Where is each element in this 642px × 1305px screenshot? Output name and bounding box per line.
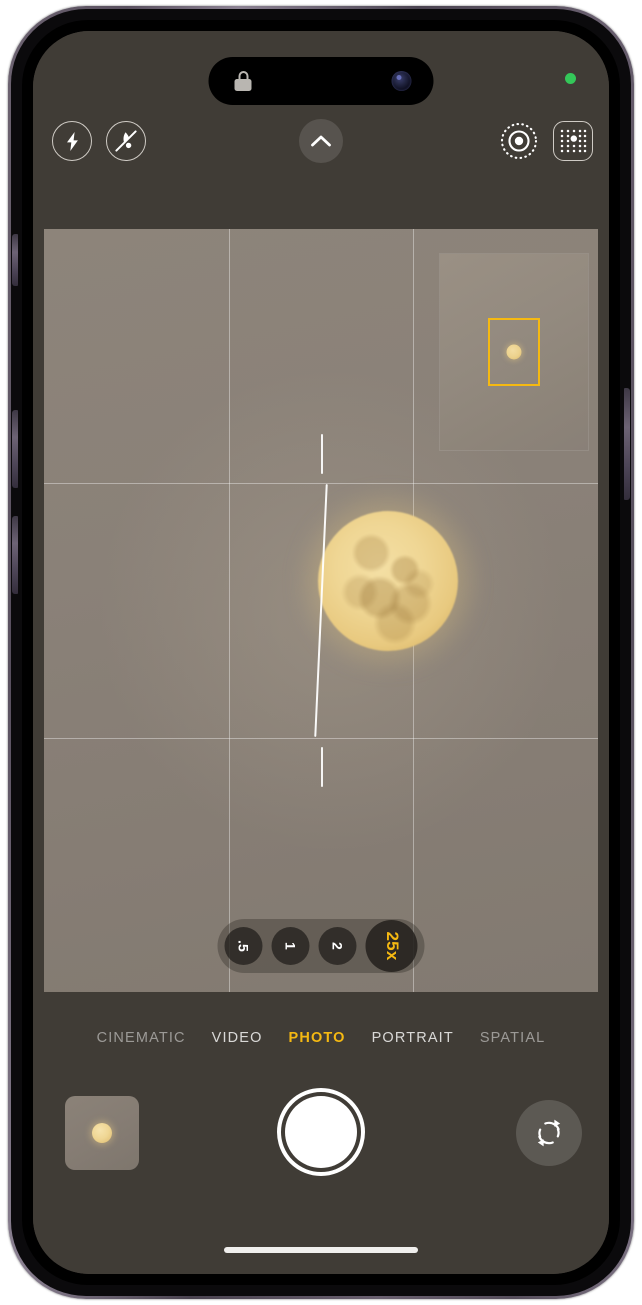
live-photo-icon [500, 122, 538, 160]
mode-spatial[interactable]: SPATIAL [467, 1030, 559, 1046]
flash-icon [66, 131, 78, 151]
zoom-option-label: 1 [282, 942, 299, 950]
volume-up-button[interactable] [12, 410, 18, 488]
mode-photo[interactable]: PHOTO [276, 1030, 359, 1046]
power-button[interactable] [624, 388, 630, 500]
zoom-option-2[interactable]: 2 [318, 927, 357, 965]
grid-line-horizontal-1 [44, 483, 598, 485]
lock-icon [234, 71, 252, 91]
privacy-indicator-dot [565, 73, 576, 84]
grid-line-horizontal-2 [44, 737, 598, 739]
shutter-button[interactable] [277, 1088, 365, 1176]
level-indicator-bottom-stub [320, 747, 323, 787]
home-indicator[interactable] [224, 1247, 418, 1253]
chevron-up-icon [311, 135, 331, 147]
zoom-option-25x[interactable]: 25x [365, 920, 418, 972]
zoom-option-1[interactable]: 1 [271, 927, 310, 965]
level-indicator-top-stub [320, 434, 323, 474]
flash-toggle-button[interactable] [52, 121, 92, 161]
grid-line-vertical-1 [228, 229, 230, 992]
capture-mode-selector: CINEMATIC VIDEO PHOTO PORTRAIT SPATIAL [33, 1030, 609, 1046]
night-mode-off-icon [115, 130, 137, 152]
bottom-chrome-bar: CINEMATIC VIDEO PHOTO PORTRAIT SPATIAL [33, 992, 609, 1274]
zoom-control-bar: .5 1 2 25x [217, 919, 425, 973]
zoom-preview-inset [440, 254, 588, 450]
camera-flip-icon [537, 1119, 561, 1147]
shutter-button-inner [285, 1096, 357, 1168]
zoom-option-label: 25x [382, 931, 402, 961]
phone-screen: .5 1 2 25x CINEMATIC VIDEO PHOTO PORTRAI… [33, 31, 609, 1274]
photographic-styles-button[interactable] [553, 121, 593, 161]
camera-flip-button[interactable] [516, 1100, 582, 1166]
night-mode-toggle-button[interactable] [106, 121, 146, 161]
moon-subject [318, 511, 458, 651]
zoom-preview-crop-box [488, 318, 540, 386]
top-chrome-bar [33, 31, 609, 229]
zoom-option-0.5[interactable]: .5 [224, 927, 263, 965]
volume-down-button[interactable] [12, 516, 18, 594]
photographic-styles-icon [560, 129, 587, 153]
thumbnail-moon [92, 1123, 112, 1143]
live-photo-toggle-button[interactable] [499, 121, 539, 161]
mode-cinematic[interactable]: CINEMATIC [84, 1030, 199, 1046]
action-button[interactable] [12, 234, 18, 286]
top-controls-row [33, 113, 609, 169]
capture-action-row [33, 1085, 609, 1181]
zoom-option-label: .5 [235, 939, 252, 953]
screenshot-root: .5 1 2 25x CINEMATIC VIDEO PHOTO PORTRAI… [0, 0, 642, 1305]
photo-library-thumbnail[interactable] [65, 1096, 139, 1170]
mode-portrait[interactable]: PORTRAIT [359, 1030, 467, 1046]
expand-controls-button[interactable] [299, 119, 343, 163]
front-camera-icon [391, 71, 412, 91]
zoom-option-label: 2 [329, 942, 346, 950]
camera-viewfinder[interactable]: .5 1 2 25x [44, 229, 598, 992]
phone-frame: .5 1 2 25x CINEMATIC VIDEO PHOTO PORTRAI… [8, 6, 634, 1299]
dynamic-island[interactable] [208, 57, 434, 105]
mode-video[interactable]: VIDEO [199, 1030, 276, 1046]
